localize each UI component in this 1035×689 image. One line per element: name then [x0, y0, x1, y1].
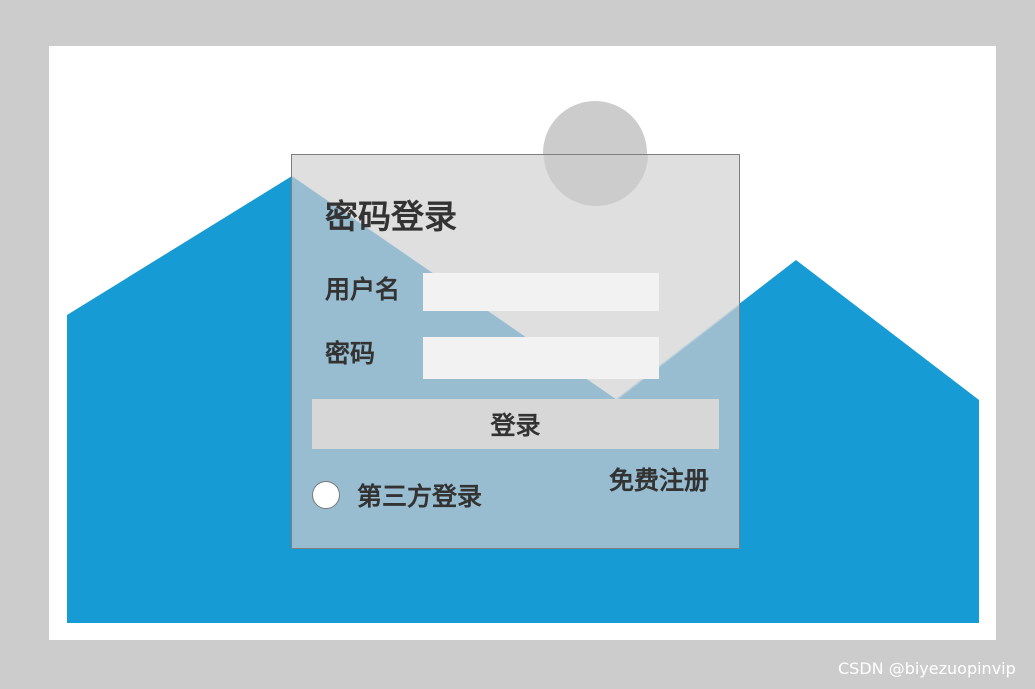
password-label: 密码 [325, 339, 376, 368]
login-title: 密码登录 [325, 197, 457, 236]
login-button[interactable]: 登录 [312, 399, 719, 449]
register-link[interactable]: 免费注册 [609, 464, 709, 498]
password-input[interactable] [423, 337, 659, 379]
third-party-login-label[interactable]: 第三方登录 [357, 480, 482, 514]
third-party-radio[interactable] [312, 481, 340, 509]
username-label: 用户名 [325, 275, 401, 304]
username-input[interactable] [423, 273, 659, 311]
login-card: 密码登录 用户名 密码 登录 第三方登录 免费注册 [291, 154, 740, 549]
csdn-watermark: CSDN @biyezuopinvip [838, 659, 1016, 678]
